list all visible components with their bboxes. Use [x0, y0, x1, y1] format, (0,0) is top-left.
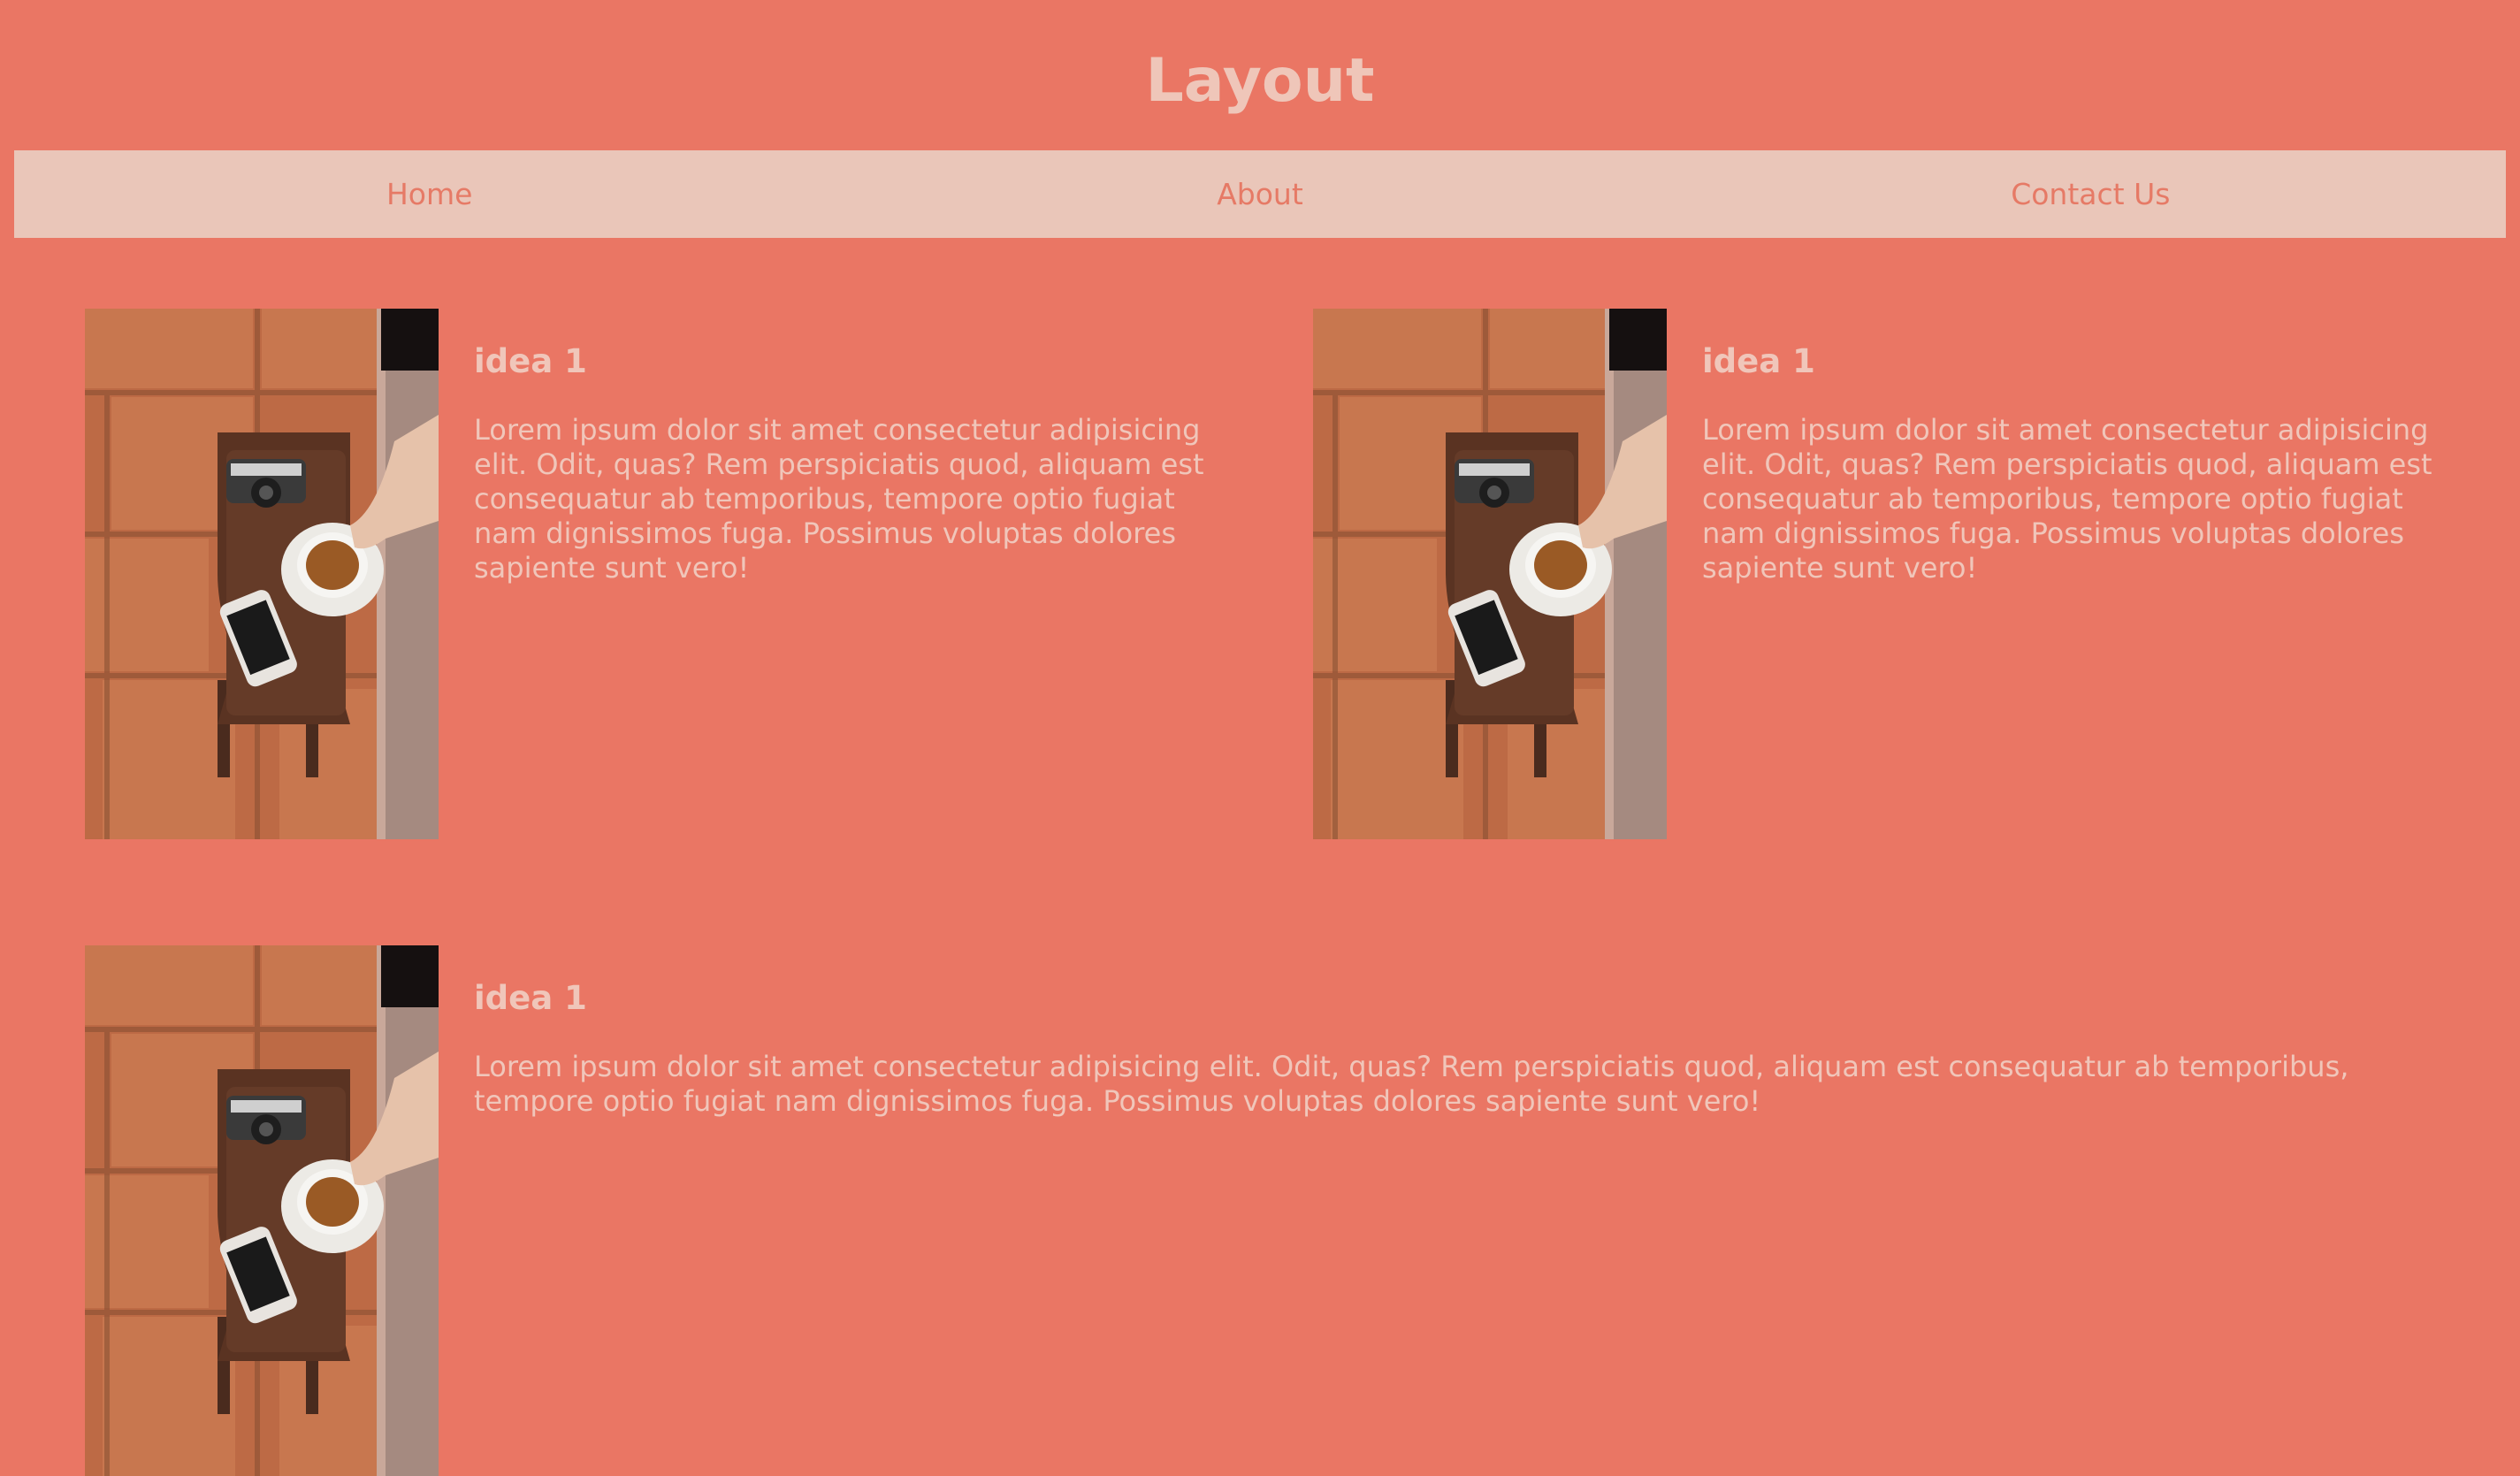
card-description: Lorem ipsum dolor sit amet consectetur a…	[1702, 413, 2432, 585]
coffee-table-photo	[85, 309, 439, 839]
idea-card: idea 1 Lorem ipsum dolor sit amet consec…	[1313, 309, 2445, 839]
main-nav: Home About Contact Us	[14, 150, 2506, 238]
page-title: Layout	[1145, 46, 1375, 116]
card-description: Lorem ipsum dolor sit amet consectetur a…	[474, 1050, 2349, 1118]
idea-card: idea 1 Lorem ipsum dolor sit amet consec…	[85, 945, 2490, 1476]
card-title: idea 1	[474, 979, 587, 1017]
card-title: idea 1	[1702, 342, 1815, 380]
nav-link-home[interactable]: Home	[14, 150, 844, 238]
card-title: idea 1	[474, 342, 587, 380]
card-description: Lorem ipsum dolor sit amet consectetur a…	[474, 413, 1204, 585]
nav-link-contact[interactable]: Contact Us	[1676, 150, 2506, 238]
idea-card: idea 1 Lorem ipsum dolor sit amet consec…	[85, 309, 1217, 839]
nav-link-about[interactable]: About	[844, 150, 1675, 238]
coffee-table-photo	[85, 945, 439, 1476]
coffee-table-photo	[1313, 309, 1667, 839]
